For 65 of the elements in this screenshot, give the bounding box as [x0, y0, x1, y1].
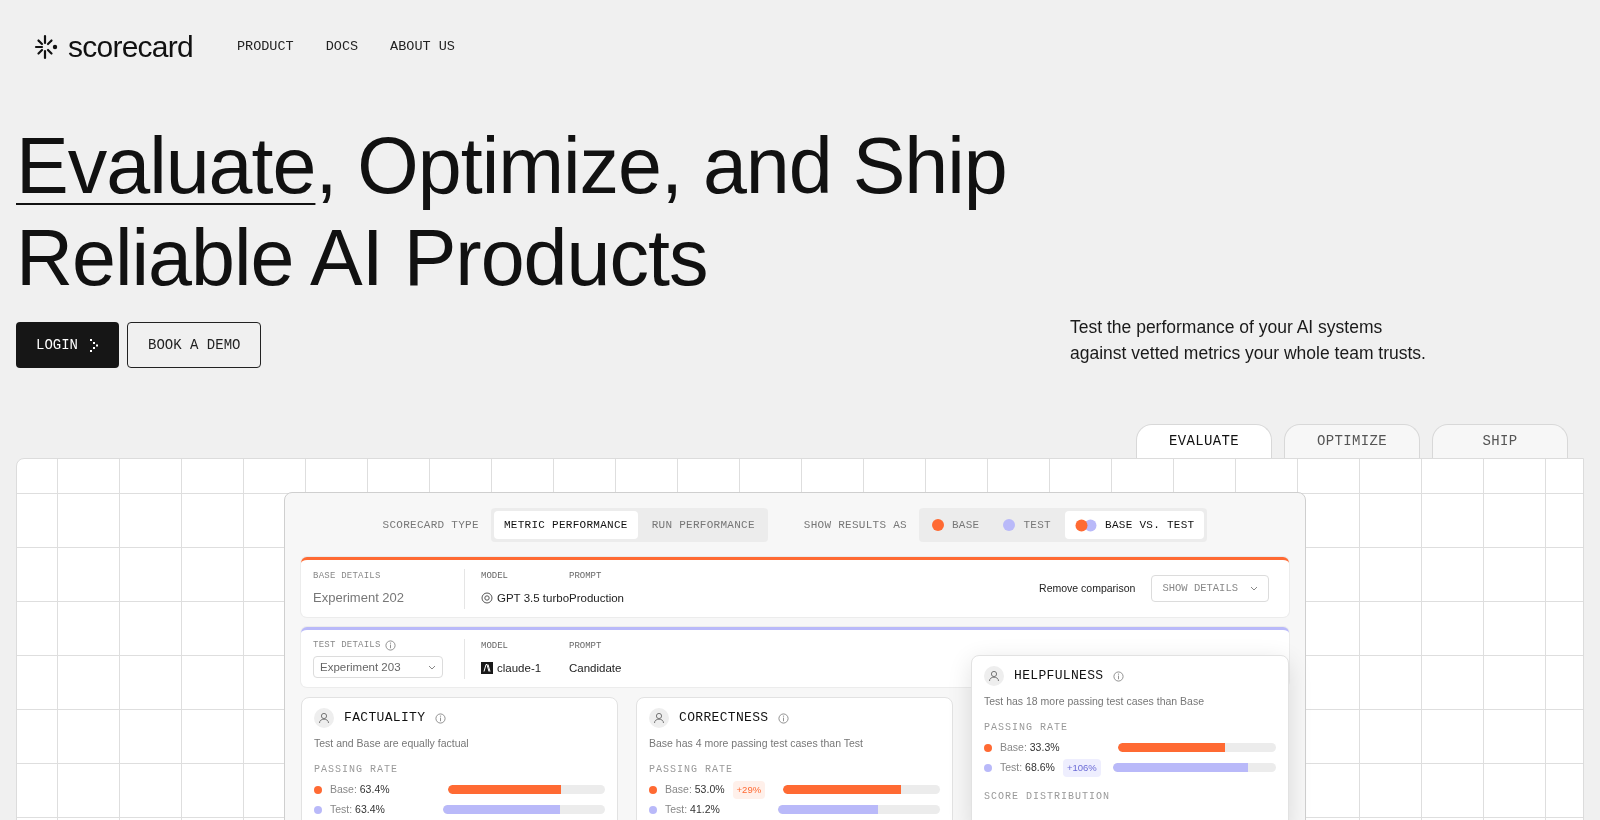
- field-label: PROMPT: [569, 640, 603, 654]
- field-label: PROMPT: [569, 570, 603, 584]
- field-label: BASE DETAILS: [313, 570, 381, 583]
- section-label: SCORE DISTRIBUTION: [984, 789, 1112, 804]
- hero-tagline: Test the performance of your AI systems against vetted metrics your whole team trusts.: [1070, 316, 1427, 365]
- metric-title: CORRECTNESS: [679, 709, 769, 728]
- change-badge: +106%: [1062, 758, 1101, 777]
- experiment-select[interactable]: Experiment 203: [313, 656, 443, 679]
- rate-label: Base: 63.4%: [330, 781, 390, 797]
- logo-wordmark[interactable]: scorecard: [68, 32, 193, 62]
- model-icon: [481, 592, 493, 605]
- metric-summary: Test has 18 more passing test cases than Base: [984, 694, 1206, 709]
- logo-icon: [34, 34, 60, 60]
- section-label: PASSING RATE: [649, 762, 734, 777]
- rate-label: Base: 53.0%: [665, 781, 725, 797]
- book-demo-button[interactable]: BOOK A DEMO: [127, 322, 262, 368]
- section-label: PASSING RATE: [984, 720, 1069, 735]
- tab[interactable]: SHIP: [1432, 424, 1568, 458]
- rate-label: Base: 33.3%: [1000, 739, 1060, 755]
- tab[interactable]: EVALUATE: [1136, 424, 1272, 458]
- segment-option[interactable]: BASE: [921, 510, 990, 540]
- info-icon: [384, 640, 396, 651]
- hero-headline: Reliable AI Products: [16, 212, 709, 304]
- section-label: PASSING RATE: [314, 762, 399, 777]
- metric-summary: Base has 4 more passing test cases than Test: [649, 736, 864, 751]
- metric-title: HELPFULNESS: [1014, 667, 1104, 686]
- dotted-arrow-icon: [90, 338, 99, 352]
- field-label: MODEL: [481, 570, 509, 584]
- change-badge: +29%: [732, 780, 766, 799]
- hero-headline: Evaluate, Optimize, and Ship: [16, 120, 1008, 212]
- info-icon: [778, 712, 790, 724]
- person-icon: [649, 708, 669, 728]
- chevron-down-icon: [1250, 586, 1258, 591]
- model-icon: [481, 662, 493, 675]
- metric-title: FACTUALITY: [344, 709, 426, 728]
- model-name: claude-1: [497, 660, 542, 676]
- segment-option[interactable]: METRIC PERFORMANCE: [493, 510, 638, 540]
- segment-option[interactable]: BASE VS. TEST: [1065, 510, 1205, 540]
- prompt-name: Production: [569, 590, 624, 606]
- overlapping-dots-icon: [1075, 518, 1097, 532]
- info-icon: [435, 712, 447, 724]
- tab[interactable]: OPTIMIZE: [1284, 424, 1420, 458]
- nav-link[interactable]: ABOUT US: [390, 36, 455, 58]
- rate-label: Test: 41.2%: [665, 801, 720, 817]
- segment-option[interactable]: TEST: [993, 510, 1061, 540]
- option-label: SCORECARD TYPE: [382, 517, 479, 533]
- person-icon: [314, 708, 334, 728]
- rate-label: Test: 68.6%: [1000, 759, 1055, 775]
- remove-comparison-link[interactable]: Remove comparison: [1039, 580, 1136, 597]
- show-details-button[interactable]: SHOW DETAILS: [1151, 575, 1269, 602]
- nav-link[interactable]: PRODUCT: [236, 36, 294, 58]
- option-label: SHOW RESULTS AS: [803, 517, 907, 533]
- person-icon: [984, 666, 1004, 686]
- login-button[interactable]: LOGIN: [16, 322, 119, 368]
- chevron-down-icon: [428, 664, 436, 670]
- field-label: MODEL: [481, 640, 509, 654]
- metric-summary: Test and Base are equally factual: [314, 736, 470, 751]
- field-label: TEST DETAILS: [313, 638, 381, 652]
- info-icon: [1113, 670, 1125, 682]
- rate-label: Test: 63.4%: [330, 801, 385, 817]
- experiment-name: Experiment 202: [313, 588, 406, 607]
- prompt-name: Candidate: [569, 660, 622, 676]
- nav-link[interactable]: DOCS: [325, 36, 359, 58]
- model-name: GPT 3.5 turbo: [497, 590, 570, 606]
- segment-option[interactable]: RUN PERFORMANCE: [641, 510, 765, 540]
